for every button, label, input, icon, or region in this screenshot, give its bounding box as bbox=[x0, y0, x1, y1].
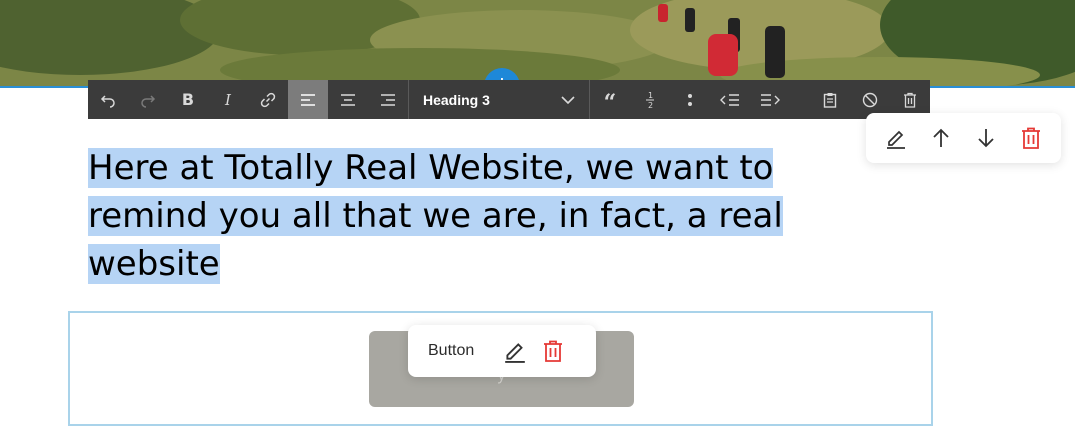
arrow-down-icon[interactable] bbox=[968, 120, 1004, 156]
hero-image bbox=[0, 0, 1075, 87]
svg-text:1: 1 bbox=[648, 91, 653, 100]
text-format-toolbar: B I Heading 3 “ 12 bbox=[88, 80, 930, 119]
heading-level-select[interactable]: Heading 3 bbox=[409, 80, 589, 119]
button-popup: Button bbox=[408, 325, 596, 377]
bullet-list-icon[interactable] bbox=[670, 80, 710, 119]
heading-level-value: Heading 3 bbox=[423, 91, 490, 108]
align-center-icon[interactable] bbox=[328, 80, 368, 119]
redo-icon[interactable] bbox=[128, 80, 168, 119]
indent-icon[interactable] bbox=[750, 80, 790, 119]
heading-line: remind you all that we are, in fact, a r… bbox=[88, 196, 783, 236]
hero-landscape bbox=[0, 0, 1075, 87]
block-actions-card bbox=[866, 113, 1061, 163]
bold-icon[interactable]: B bbox=[168, 80, 208, 119]
clipboard-icon[interactable] bbox=[810, 80, 850, 119]
align-right-icon[interactable] bbox=[368, 80, 408, 119]
heading-line: website bbox=[88, 244, 220, 284]
italic-icon[interactable]: I bbox=[208, 80, 248, 119]
ordered-list-icon[interactable]: 12 bbox=[630, 80, 670, 119]
chevron-down-icon bbox=[561, 95, 575, 104]
heading-line: Here at Totally Real Website, we want to bbox=[88, 148, 774, 188]
page-heading[interactable]: Here at Totally Real Website, we want to… bbox=[88, 144, 848, 288]
outdent-icon[interactable] bbox=[710, 80, 750, 119]
svg-text:2: 2 bbox=[648, 101, 653, 110]
undo-icon[interactable] bbox=[88, 80, 128, 119]
link-icon[interactable] bbox=[248, 80, 288, 119]
delete-icon[interactable] bbox=[1013, 120, 1049, 156]
button-popup-label: Button bbox=[428, 342, 475, 359]
quote-icon[interactable]: “ bbox=[590, 80, 630, 119]
edit-icon[interactable] bbox=[878, 120, 914, 156]
align-left-icon[interactable] bbox=[288, 80, 328, 119]
arrow-up-icon[interactable] bbox=[923, 120, 959, 156]
delete-icon[interactable] bbox=[534, 332, 572, 370]
edit-icon[interactable] bbox=[496, 332, 534, 370]
